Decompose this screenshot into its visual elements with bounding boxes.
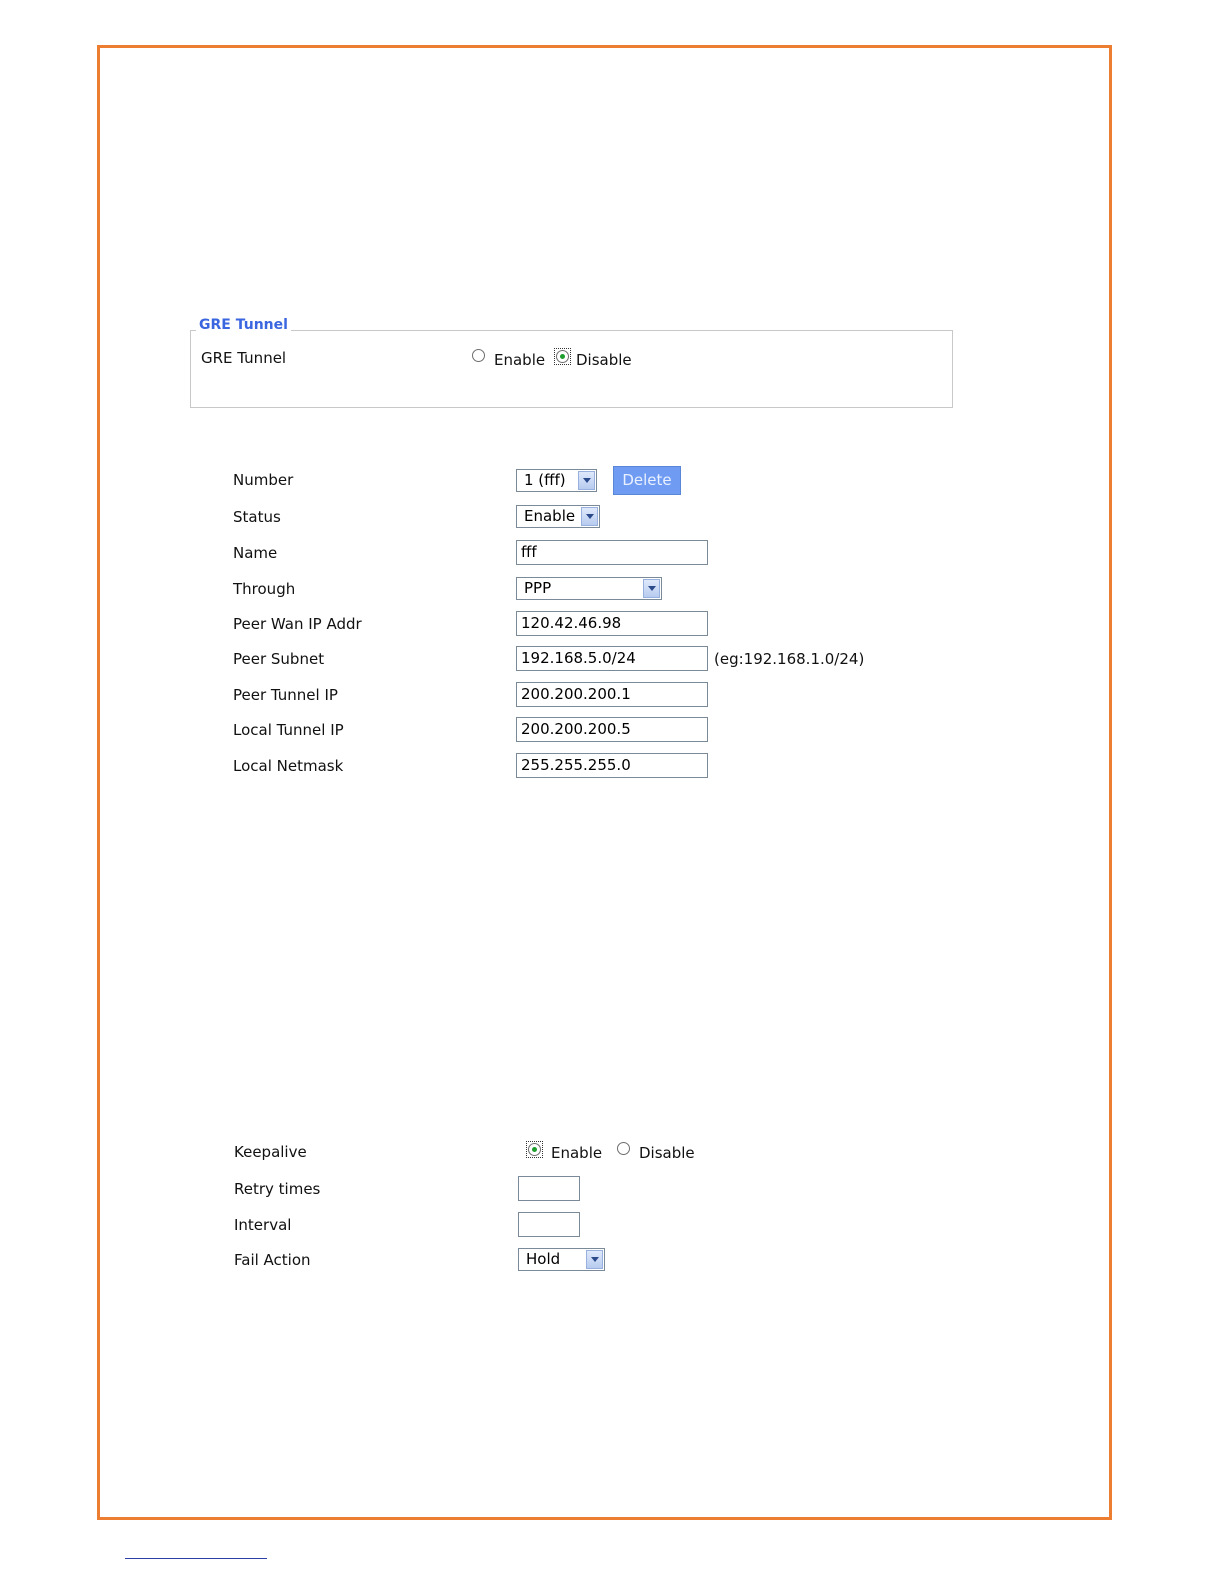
peer-subnet-input[interactable]: 192.168.5.0/24: [516, 646, 708, 671]
peer-wan-ip-input[interactable]: 120.42.46.98: [516, 611, 708, 636]
fail-action-select-value: Hold: [526, 1250, 561, 1268]
fail-action-label: Fail Action: [234, 1251, 311, 1269]
gre-enable-label: Enable: [494, 351, 546, 369]
local-netmask-input[interactable]: 255.255.255.0: [516, 753, 708, 778]
gre-tunnel-fieldset: [190, 330, 953, 408]
name-label: Name: [233, 544, 278, 562]
gre-disable-radio[interactable]: [556, 350, 569, 363]
interval-label: Interval: [234, 1216, 292, 1234]
peer-wan-ip-label: Peer Wan IP Addr: [233, 615, 362, 633]
gre-tunnel-legend: GRE Tunnel: [196, 317, 291, 333]
peer-subnet-label: Peer Subnet: [233, 650, 325, 668]
gre-disable-label: Disable: [576, 351, 632, 369]
gre-tunnel-label: GRE Tunnel: [201, 349, 287, 367]
retry-times-label: Retry times: [234, 1180, 321, 1198]
interval-input[interactable]: [518, 1212, 580, 1237]
status-select[interactable]: Enable: [516, 505, 600, 528]
through-select-value: PPP: [524, 579, 552, 597]
number-select[interactable]: 1 (fff): [516, 469, 597, 492]
keepalive-disable-label: Disable: [639, 1144, 695, 1162]
chevron-down-icon: [586, 1250, 603, 1269]
delete-button[interactable]: Delete: [613, 466, 681, 495]
local-tunnel-ip-input[interactable]: 200.200.200.5: [516, 717, 708, 742]
local-tunnel-ip-label: Local Tunnel IP: [233, 721, 344, 739]
peer-tunnel-ip-input[interactable]: 200.200.200.1: [516, 682, 708, 707]
keepalive-enable-radio[interactable]: [528, 1143, 541, 1156]
keepalive-enable-label: Enable: [551, 1144, 603, 1162]
peer-tunnel-ip-label: Peer Tunnel IP: [233, 686, 338, 704]
number-label: Number: [233, 471, 294, 489]
chevron-down-icon: [578, 471, 595, 490]
peer-subnet-hint: (eg:192.168.1.0/24): [714, 650, 865, 668]
page-border: [97, 45, 1112, 1520]
keepalive-disable-radio[interactable]: [617, 1142, 630, 1155]
status-label: Status: [233, 508, 281, 526]
gre-enable-radio[interactable]: [472, 349, 485, 362]
footnote-separator: [125, 1558, 267, 1559]
status-select-value: Enable: [524, 507, 576, 525]
number-select-value: 1 (fff): [524, 471, 566, 489]
chevron-down-icon: [643, 579, 660, 598]
retry-times-input[interactable]: [518, 1176, 580, 1201]
fail-action-select[interactable]: Hold: [518, 1248, 605, 1271]
chevron-down-icon: [581, 507, 598, 526]
through-select[interactable]: PPP: [516, 577, 662, 600]
through-label: Through: [233, 580, 296, 598]
local-netmask-label: Local Netmask: [233, 757, 344, 775]
name-input[interactable]: fff: [516, 540, 708, 565]
keepalive-label: Keepalive: [234, 1143, 307, 1161]
